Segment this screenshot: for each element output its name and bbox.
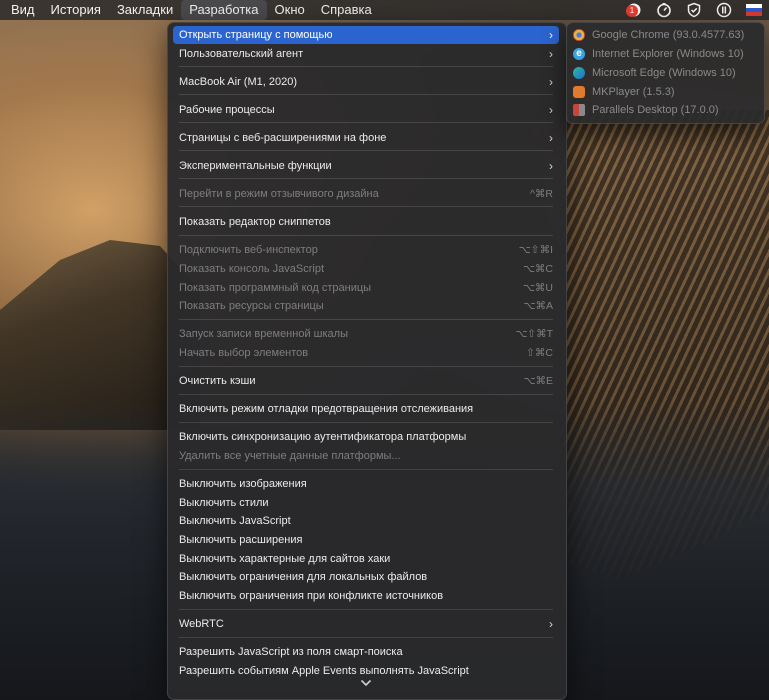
- menu-item-timeline-recording[interactable]: Запуск записи временной шкалы ⌥⇧⌘T: [173, 325, 559, 343]
- menu-separator: [179, 319, 553, 320]
- menu-item-device[interactable]: MacBook Air (M1, 2020) ›: [173, 73, 559, 91]
- shortcut-label: ⌥⌘E: [523, 375, 553, 387]
- notification-badge: 1: [626, 5, 638, 17]
- menu-item-disable-site-hacks[interactable]: Выключить характерные для сайтов хаки: [173, 550, 559, 568]
- chevron-down-icon[interactable]: [360, 679, 372, 690]
- submenu-item-chrome[interactable]: Google Chrome (93.0.4577.63): [573, 26, 744, 44]
- menu-item-js-console[interactable]: Показать консоль JavaScript ⌥⌘C: [173, 260, 559, 278]
- menu-item-open-page-with[interactable]: Открыть страницу с помощью ›: [173, 26, 559, 44]
- chrome-icon: [573, 29, 585, 41]
- menu-separator: [179, 422, 553, 423]
- menu-separator: [179, 394, 553, 395]
- menu-item-delete-platform-credentials[interactable]: Удалить все учетные данные платформы...: [173, 447, 559, 465]
- menu-item-experimental-features[interactable]: Экспериментальные функции ›: [173, 157, 559, 175]
- submenu-item-internet-explorer[interactable]: e Internet Explorer (Windows 10): [573, 45, 744, 63]
- menu-item-connect-web-inspector[interactable]: Подключить веб-инспектор ⌥⇧⌘I: [173, 241, 559, 259]
- menu-item-webrtc[interactable]: WebRTC ›: [173, 615, 559, 633]
- menu-separator: [179, 609, 553, 610]
- shortcut-label: ⌥⌘A: [523, 300, 553, 312]
- shortcut-label: ^⌘R: [529, 188, 553, 200]
- edge-icon: [573, 67, 585, 79]
- menu-item-extension-background-pages[interactable]: Страницы с веб-расширениями на фоне ›: [173, 129, 559, 147]
- develop-menu: Открыть страницу с помощью › Пользователь…: [167, 22, 567, 700]
- shortcut-label: ⌥⇧⌘I: [518, 244, 553, 256]
- menu-separator: [179, 366, 553, 367]
- menu-item-disable-images[interactable]: Выключить изображения: [173, 475, 559, 493]
- chevron-right-icon: ›: [549, 159, 553, 173]
- timer-icon[interactable]: [649, 0, 679, 20]
- menu-item-disable-javascript[interactable]: Выключить JavaScript: [173, 512, 559, 530]
- submenu-item-parallels[interactable]: Parallels Desktop (17.0.0): [573, 101, 719, 119]
- menu-item-page-source[interactable]: Показать программный код страницы ⌥⌘U: [173, 279, 559, 297]
- submenu-item-edge[interactable]: Microsoft Edge (Windows 10): [573, 64, 736, 82]
- parallels-icon: [573, 104, 585, 116]
- menu-separator: [179, 150, 553, 151]
- menu-item-start-element-selection[interactable]: Начать выбор элементов ⇧⌘C: [173, 344, 559, 362]
- menu-bookmarks[interactable]: Закладки: [109, 0, 181, 20]
- menu-item-responsive-design-mode[interactable]: Перейти в режим отзывчивого дизайна ^⌘R: [173, 185, 559, 203]
- menu-item-platform-authenticator-sync[interactable]: Включить синхронизацию аутентификатора п…: [173, 428, 559, 446]
- menu-item-empty-caches[interactable]: Очистить кэши ⌥⌘E: [173, 372, 559, 390]
- chevron-right-icon: ›: [549, 103, 553, 117]
- language-flag-icon[interactable]: [739, 0, 769, 20]
- chevron-right-icon: ›: [549, 28, 553, 42]
- toggle-icon[interactable]: [709, 0, 739, 20]
- open-with-submenu: Google Chrome (93.0.4577.63) e Internet …: [566, 22, 765, 124]
- menu-item-disable-cross-origin-restrictions[interactable]: Выключить ограничения при конфликте исто…: [173, 587, 559, 605]
- shortcut-label: ⌥⇧⌘T: [515, 328, 553, 340]
- menu-bar: Вид История Закладки Разработка Окно Спр…: [0, 0, 769, 20]
- menu-item-service-workers[interactable]: Рабочие процессы ›: [173, 101, 559, 119]
- menu-separator: [179, 637, 553, 638]
- shortcut-label: ⌥⌘U: [522, 282, 553, 294]
- menu-separator: [179, 469, 553, 470]
- menu-item-disable-extensions[interactable]: Выключить расширения: [173, 531, 559, 549]
- submenu-item-mkplayer[interactable]: MKPlayer (1.5.3): [573, 83, 675, 101]
- menu-help[interactable]: Справка: [313, 0, 380, 20]
- menu-item-allow-js-smart-search[interactable]: Разрешить JavaScript из поля смарт-поиск…: [173, 643, 559, 661]
- menu-separator: [179, 66, 553, 67]
- menu-item-user-agent[interactable]: Пользовательский агент ›: [173, 45, 559, 63]
- chevron-right-icon: ›: [549, 47, 553, 61]
- internet-explorer-icon: e: [573, 48, 585, 60]
- shortcut-label: ⌥⌘C: [522, 263, 553, 275]
- menu-separator: [179, 206, 553, 207]
- status-area: [619, 0, 769, 20]
- menu-item-snippet-editor[interactable]: Показать редактор сниппетов: [173, 213, 559, 231]
- menu-develop[interactable]: Разработка: [181, 0, 267, 20]
- menu-item-allow-apple-events-js[interactable]: Разрешить событиям Apple Events выполнят…: [173, 662, 559, 680]
- shortcut-label: ⇧⌘C: [526, 347, 553, 359]
- chevron-right-icon: ›: [549, 75, 553, 89]
- menu-item-page-resources[interactable]: Показать ресурсы страницы ⌥⌘A: [173, 297, 559, 315]
- menu-item-disable-local-file-restrictions[interactable]: Выключить ограничения для локальных файл…: [173, 568, 559, 586]
- menu-separator: [179, 235, 553, 236]
- menu-item-tracking-prevention-debug[interactable]: Включить режим отладки предотвращения от…: [173, 400, 559, 418]
- mkplayer-icon: [573, 86, 585, 98]
- chevron-right-icon: ›: [549, 617, 553, 631]
- menu-view[interactable]: Вид: [3, 0, 43, 20]
- shield-icon[interactable]: [679, 0, 709, 20]
- menu-separator: [179, 94, 553, 95]
- chevron-right-icon: ›: [549, 131, 553, 145]
- menu-separator: [179, 122, 553, 123]
- menu-separator: [179, 178, 553, 179]
- menu-history[interactable]: История: [43, 0, 109, 20]
- menu-window[interactable]: Окно: [267, 0, 313, 20]
- menu-item-disable-styles[interactable]: Выключить стили: [173, 494, 559, 512]
